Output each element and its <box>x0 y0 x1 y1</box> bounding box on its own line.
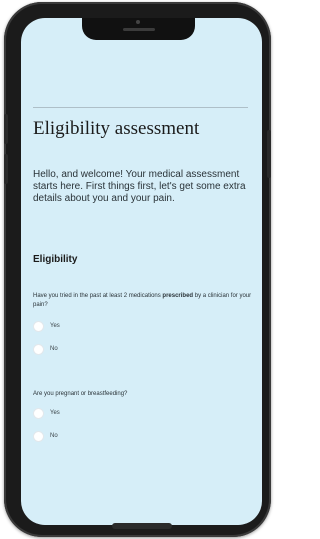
camera-icon <box>136 20 140 24</box>
intro-text: Hello, and welcome! Your medical assessm… <box>33 169 246 204</box>
power-button <box>267 130 271 178</box>
question-text: Have you tried in the past at least 2 me… <box>33 293 163 299</box>
phone-screen: Eligibility assessment Hello, and welcom… <box>21 18 262 525</box>
radio-button[interactable] <box>33 320 44 332</box>
radio-button[interactable] <box>33 343 44 355</box>
section-title: Eligibility <box>33 254 78 265</box>
header-divider <box>33 107 248 108</box>
option-pregnancy-no[interactable]: No <box>33 429 58 443</box>
question-pregnancy: Are you pregnant or breastfeeding? <box>33 390 253 399</box>
volume-up-button <box>4 114 8 144</box>
option-label: No <box>50 346 58 352</box>
phone-bottom-bar <box>112 523 172 529</box>
page-title: Eligibility assessment <box>33 118 200 139</box>
question-text-bold: prescribed <box>162 293 194 299</box>
volume-down-button <box>4 154 8 184</box>
phone-frame: Eligibility assessment Hello, and welcom… <box>4 2 271 537</box>
speaker-icon <box>123 28 155 31</box>
radio-button[interactable] <box>33 407 44 419</box>
option-medications-yes[interactable]: Yes <box>33 319 60 333</box>
option-medications-no[interactable]: No <box>33 342 58 356</box>
question-medications: Have you tried in the past at least 2 me… <box>33 292 253 310</box>
radio-button[interactable] <box>33 430 44 442</box>
option-label: No <box>50 433 58 439</box>
question-text: Are you pregnant or breastfeeding? <box>33 391 128 397</box>
option-label: Yes <box>50 410 60 416</box>
option-pregnancy-yes[interactable]: Yes <box>33 406 60 420</box>
notch <box>82 18 195 40</box>
option-label: Yes <box>50 323 60 329</box>
